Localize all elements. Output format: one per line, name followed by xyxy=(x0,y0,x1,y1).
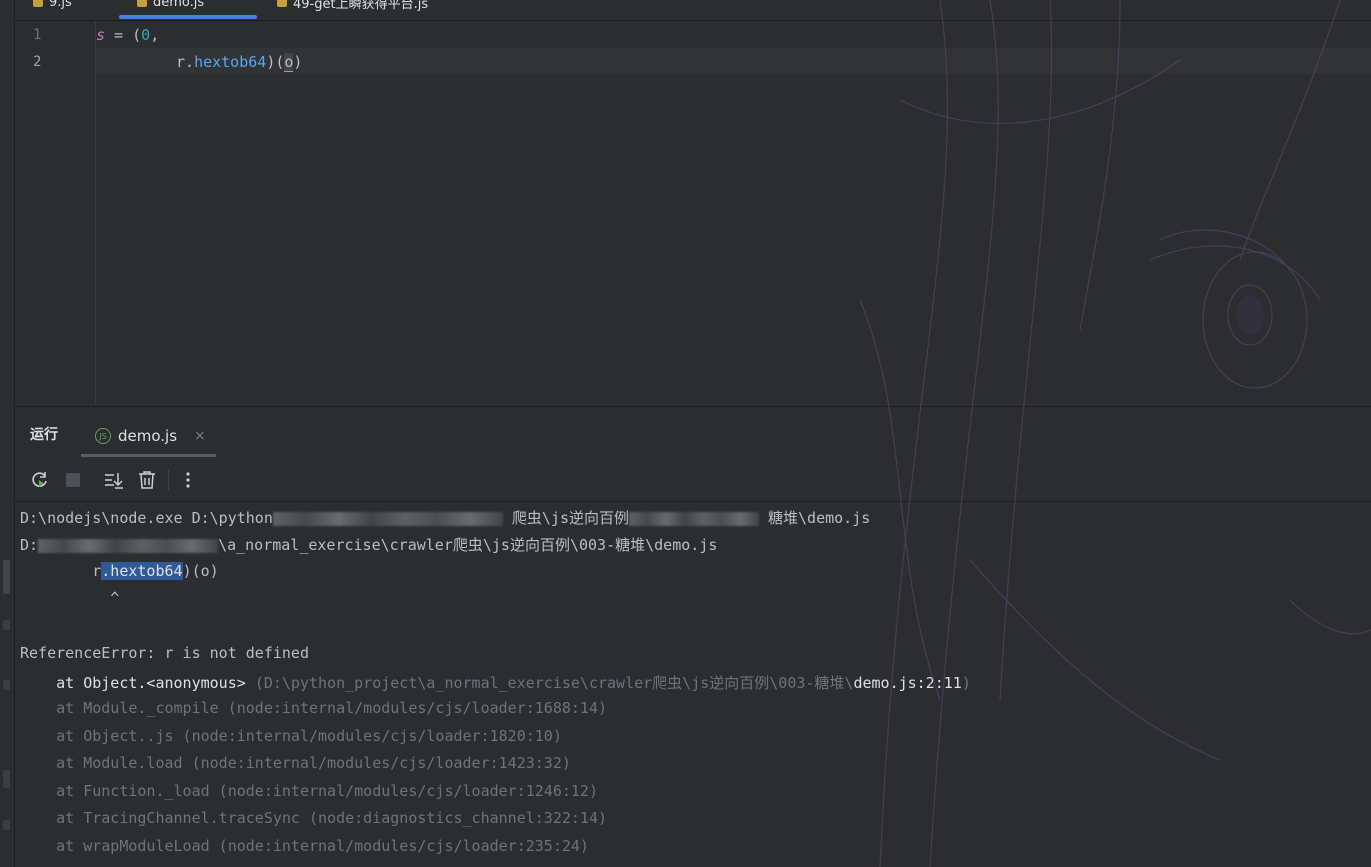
console-output[interactable]: D:\nodejs\node.exe D:\python 爬虫\js逆向百例 糖… xyxy=(15,502,1371,867)
console-command-line: D:\nodejs\node.exe D:\python 爬虫\js逆向百例 糖… xyxy=(20,507,870,528)
run-tab-demo-js[interactable]: JS demo.js × xyxy=(95,415,222,457)
tool-strip-icon[interactable] xyxy=(3,620,10,630)
line-number: 2 xyxy=(33,54,42,70)
stack-frame: at Object..js (node:internal/modules/cjs… xyxy=(20,727,562,745)
js-file-icon xyxy=(137,0,147,7)
close-icon[interactable]: × xyxy=(194,428,206,444)
code-token-variable: s xyxy=(96,26,106,44)
clear-output-button[interactable] xyxy=(136,469,158,491)
console-text: 糖堆\demo.js xyxy=(768,509,871,527)
code-token-operator: = xyxy=(105,26,133,44)
tool-strip-active-marker[interactable] xyxy=(3,560,10,594)
editor-tab-demo-js[interactable]: demo.js xyxy=(137,0,204,12)
more-options-button[interactable] xyxy=(177,469,199,491)
redacted-text xyxy=(629,511,759,526)
code-token-dot: . xyxy=(185,53,195,71)
tool-strip-icon[interactable] xyxy=(3,770,10,788)
code-token-paren: ) xyxy=(293,53,303,71)
stop-button[interactable] xyxy=(62,469,84,491)
source-link[interactable]: demo.js:2:11 xyxy=(853,674,961,692)
editor-tab-label: 9.js xyxy=(49,0,72,10)
run-panel-title: 运行 xyxy=(30,427,58,443)
run-panel-header: 运行 JS demo.js × xyxy=(15,406,1371,459)
toolbar-separator xyxy=(168,470,169,490)
rerun-icon xyxy=(32,472,47,487)
editor-tab-label: demo.js xyxy=(153,0,205,10)
left-tool-strip xyxy=(0,0,15,867)
tool-strip-icon[interactable] xyxy=(3,680,10,690)
code-editor[interactable]: 1 2 s = (0, r.hextob64)(o) xyxy=(15,21,1371,405)
scroll-to-end-icon xyxy=(105,473,123,489)
scroll-to-end-button[interactable] xyxy=(103,469,125,491)
code-token-identifier: r xyxy=(176,53,186,71)
code-token-call: )( xyxy=(266,53,285,71)
js-file-icon xyxy=(33,0,43,7)
rerun-button[interactable] xyxy=(29,469,51,491)
code-token-method: hextob64 xyxy=(194,53,267,71)
console-text: r xyxy=(20,562,102,580)
code-line-2[interactable]: r.hextob64)(o) xyxy=(176,53,303,72)
stack-path: (D:\python_project\a_normal_exercise\cra… xyxy=(254,674,854,692)
stack-frame: at wrapModuleLoad (node:internal/modules… xyxy=(20,837,589,855)
run-tab-indicator xyxy=(81,454,216,457)
more-vertical-icon xyxy=(186,472,190,488)
run-toolbar xyxy=(15,458,1371,502)
console-text: D:\nodejs\node.exe D:\python xyxy=(20,509,273,527)
trash-icon xyxy=(139,471,155,489)
console-text: ) xyxy=(961,674,971,692)
console-text: \a_normal_exercise\crawler爬虫\js逆向百例\003-… xyxy=(218,536,718,554)
nodejs-icon: JS xyxy=(95,428,111,444)
tool-strip-icon[interactable] xyxy=(3,820,10,830)
stack-frame: at TracingChannel.traceSync (node:diagno… xyxy=(20,809,607,827)
stack-frame: at Module._compile (node:internal/module… xyxy=(20,699,607,717)
console-text: 爬虫\js逆向百例 xyxy=(511,509,629,527)
selected-text: .hextob64 xyxy=(101,562,183,580)
editor-tab-bar: 9.js demo.js 49-get上瞬获得平台.js xyxy=(15,0,1371,21)
code-line-1[interactable]: s = (0, xyxy=(96,26,159,44)
active-tab-indicator xyxy=(119,15,257,19)
stack-frame: at Function._load (node:internal/modules… xyxy=(20,782,598,800)
console-caret-line: ^ xyxy=(20,589,120,607)
code-token-number: 0 xyxy=(141,26,151,44)
stop-icon xyxy=(66,473,80,487)
console-text: at Object.<anonymous> xyxy=(20,674,255,692)
stack-frame: at Object.<anonymous> (D:\python_project… xyxy=(20,672,971,693)
code-token-paren: ( xyxy=(132,26,142,44)
line-number-gutter: 1 2 xyxy=(15,21,96,405)
js-file-icon xyxy=(277,0,287,7)
line-number: 1 xyxy=(33,27,42,43)
run-tab-label: demo.js xyxy=(118,427,178,445)
console-error-message: ReferenceError: r is not defined xyxy=(20,644,309,662)
editor-tab-label: 49-get上瞬获得平台.js xyxy=(293,0,429,12)
editor-tab-49-get[interactable]: 49-get上瞬获得平台.js xyxy=(277,0,428,12)
stack-frame: at Module.load (node:internal/modules/cj… xyxy=(20,754,571,772)
redacted-text xyxy=(272,511,503,526)
console-text: D: xyxy=(20,536,39,554)
editor-tab-9js[interactable]: 9.js xyxy=(33,0,72,12)
console-path-line: D: \a_normal_exercise\crawler爬虫\js逆向百例\00… xyxy=(20,534,717,555)
code-token-comma: , xyxy=(150,26,160,44)
console-text: )(o) xyxy=(182,562,219,580)
redacted-text xyxy=(38,538,219,553)
console-code-line: r.hextob64)(o) xyxy=(20,562,219,580)
